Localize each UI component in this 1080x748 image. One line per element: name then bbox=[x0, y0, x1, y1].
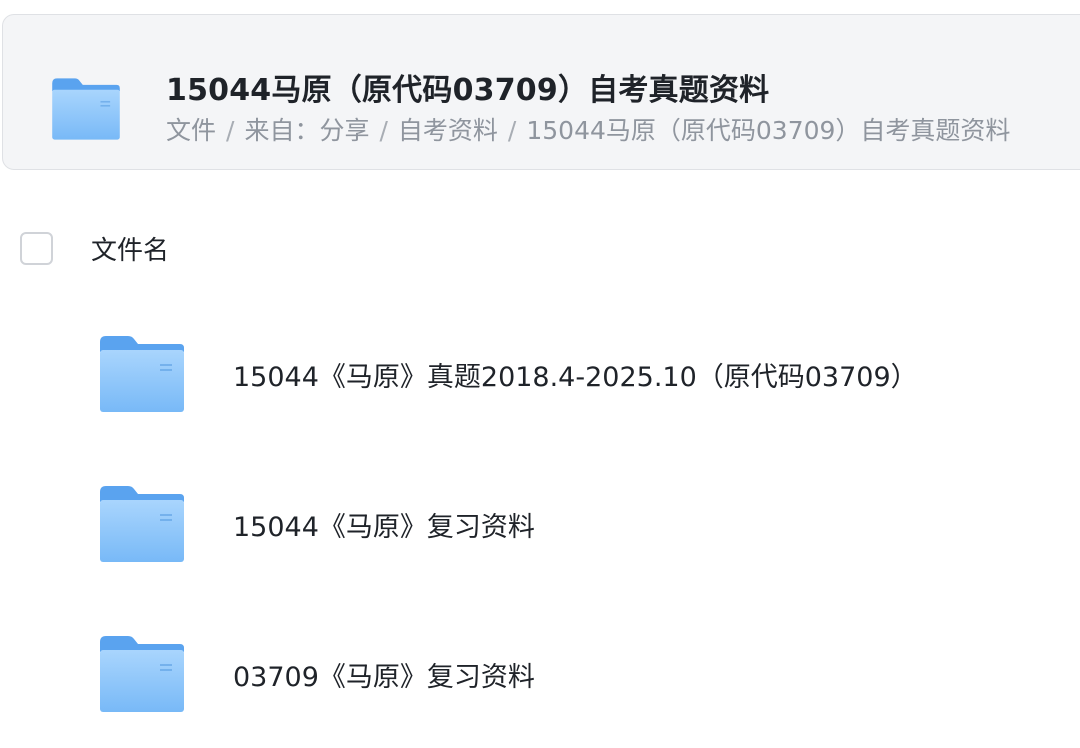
breadcrumb-separator: / bbox=[379, 116, 388, 145]
breadcrumb-item-shared-from[interactable]: 来自：分享 bbox=[244, 116, 369, 145]
folder-icon bbox=[96, 632, 188, 716]
file-name[interactable]: 03709《马原》复习资料 bbox=[233, 655, 535, 694]
breadcrumb-item-exam-materials[interactable]: 自考资料 bbox=[398, 116, 498, 145]
file-name[interactable]: 15044《马原》复习资料 bbox=[233, 505, 535, 544]
breadcrumb: 文件 / 来自：分享 / 自考资料 / 15044马原（原代码03709）自考真题资料 bbox=[166, 111, 1010, 147]
file-row[interactable]: 15044《马原》复习资料 bbox=[96, 480, 1056, 568]
breadcrumb-separator: / bbox=[226, 116, 235, 145]
select-all-checkbox[interactable] bbox=[20, 231, 53, 265]
folder-icon bbox=[96, 482, 188, 566]
breadcrumb-item-files[interactable]: 文件 bbox=[166, 116, 216, 145]
file-name[interactable]: 15044《马原》真题2018.4-2025.10（原代码03709） bbox=[233, 355, 918, 394]
breadcrumb-item-current-folder: 15044马原（原代码03709）自考真题资料 bbox=[526, 116, 1011, 145]
file-row[interactable]: 03709《马原》复习资料 bbox=[96, 630, 1056, 718]
file-list-header: 文件名 bbox=[20, 228, 169, 268]
column-header-filename[interactable]: 文件名 bbox=[91, 230, 169, 267]
folder-header-card: 15044马原（原代码03709）自考真题资料 文件 / 来自：分享 / 自考资料 / 15… bbox=[2, 14, 1080, 170]
file-row[interactable]: 15044《马原》真题2018.4-2025.10（原代码03709） bbox=[96, 330, 1056, 418]
folder-title: 15044马原（原代码03709）自考真题资料 bbox=[166, 73, 770, 108]
folder-icon bbox=[96, 332, 188, 416]
folder-icon bbox=[49, 75, 123, 143]
page: 15044马原（原代码03709）自考真题资料 文件 / 来自：分享 / 自考资料 / 15… bbox=[0, 0, 1080, 748]
breadcrumb-separator: / bbox=[507, 116, 517, 145]
